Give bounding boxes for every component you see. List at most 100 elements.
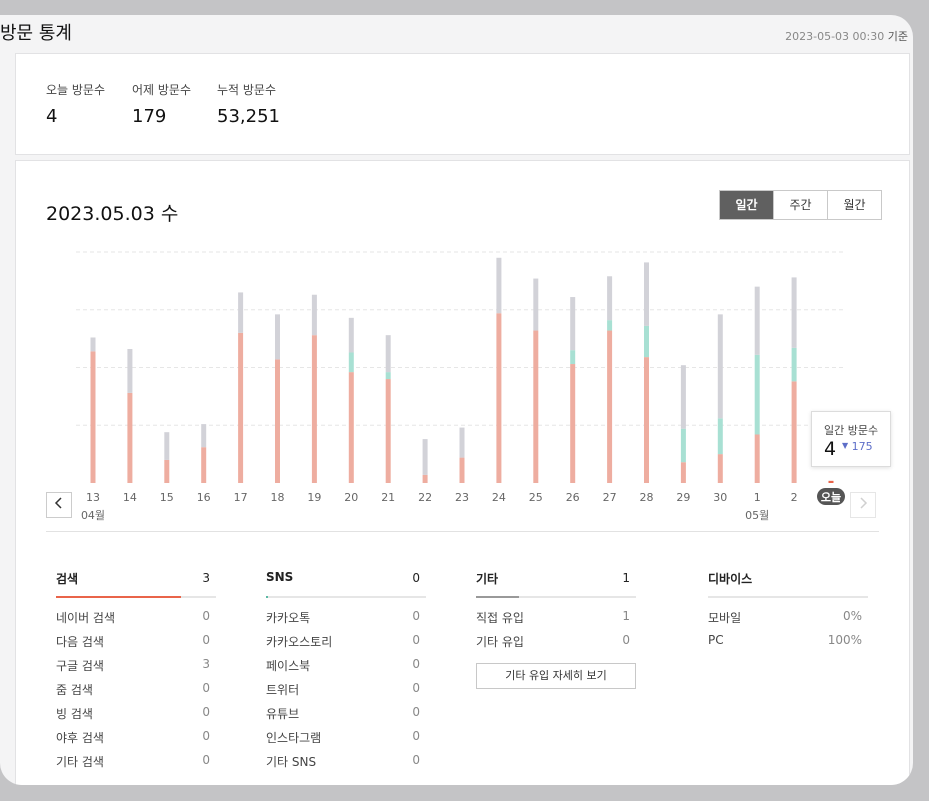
search-row: 줌 검색 0 (56, 681, 216, 705)
etc-row-label: 기타 유입 (476, 635, 524, 649)
search-row-label: 빙 검색 (56, 707, 93, 721)
etc-progress-track (476, 596, 636, 598)
chart-bar-segment (275, 359, 280, 483)
search-stats: 검색 3 네이버 검색 0 다음 검색 0 구글 검색 3 줌 검색 0 빙 검색 0 야… (56, 569, 216, 777)
search-row: 구글 검색 3 (56, 657, 216, 681)
period-weekly-button[interactable]: 주간 (773, 191, 827, 219)
search-row: 네이버 검색 0 (56, 609, 216, 633)
today-visits-value: 4 (46, 106, 58, 127)
sns-stats: SNS 0 카카오톡 0 카카오스토리 0 페이스북 0 트위터 0 유튜브 0 인스타그… (266, 569, 426, 777)
sns-row-label: 기타 SNS (266, 755, 317, 769)
search-row: 기타 검색 0 (56, 753, 216, 777)
x-tick-label: 17 (234, 491, 248, 504)
search-row-label: 줌 검색 (56, 683, 93, 697)
device-stats-title: 디바이스 (708, 572, 753, 586)
sns-row: 카카오스토리 0 (266, 633, 426, 657)
x-tick-label: 16 (197, 491, 211, 504)
sns-row-value: 0 (412, 729, 420, 743)
x-tick-label: 20 (344, 491, 358, 504)
search-row-label: 네이버 검색 (56, 611, 116, 625)
sns-progress-track (266, 596, 426, 598)
chart-bar-segment (754, 434, 760, 483)
sns-row-label: 카카오스토리 (266, 635, 333, 649)
etc-progress-fill (476, 596, 520, 598)
chart-bar-segment (311, 335, 317, 483)
search-row-value: 0 (202, 609, 210, 623)
selected-date: 2023.05.03 수 (46, 203, 179, 225)
chart-bar-segment (127, 392, 133, 483)
chart-bar-segment (644, 357, 649, 483)
x-tick-label: 28 (640, 491, 654, 504)
chart-bar-segment (385, 335, 391, 373)
page-title: 방문 통계 (0, 23, 72, 44)
sns-row-value: 0 (412, 681, 420, 695)
search-row-value: 0 (202, 705, 210, 719)
chart-bar-segment (238, 332, 244, 483)
chart-tooltip: 일간 방문수 4 ▼ 175 (811, 411, 891, 467)
etc-stats-title: 기타 (476, 572, 499, 586)
search-row-label: 야후 검색 (56, 731, 104, 745)
period-monthly-button[interactable]: 월간 (827, 191, 881, 219)
chart-next-button[interactable] (850, 492, 876, 518)
today-marker (828, 481, 834, 483)
timestamp-suffix: 기준 (887, 30, 908, 43)
chart-bar-segment (607, 320, 613, 331)
x-tick-label: 27 (603, 491, 617, 504)
sns-row-label: 카카오톡 (266, 611, 311, 625)
stats-timestamp: 2023-05-03 00:30 기준 (785, 28, 908, 44)
chart-bar-segment (275, 314, 280, 360)
sns-stats-title: SNS (266, 570, 294, 584)
chart-bar-segment (127, 349, 133, 393)
chart-prev-button[interactable] (46, 492, 72, 518)
sns-row: 기타 SNS 0 (266, 753, 426, 777)
chart-bar-segment (754, 354, 760, 435)
chart-bar-segment (570, 364, 576, 483)
search-row: 빙 검색 0 (56, 705, 216, 729)
search-row-label: 구글 검색 (56, 659, 104, 673)
yesterday-visits: 어제 방문수 179 (132, 81, 191, 127)
search-progress-track (56, 596, 216, 598)
chart-bar-segment (201, 424, 207, 448)
search-progress-fill (56, 596, 181, 598)
yesterday-visits-label: 어제 방문수 (132, 83, 192, 97)
search-row-label: 기타 검색 (56, 755, 104, 769)
chart-bar-segment (164, 459, 170, 483)
x-tick-label: 15 (160, 491, 174, 504)
today-label: 오늘 (821, 491, 841, 504)
tooltip-delta-value: 175 (851, 440, 873, 453)
sns-row: 트위터 0 (266, 681, 426, 705)
search-row-value: 0 (202, 633, 210, 647)
x-tick-label: 1 (754, 491, 761, 504)
sns-row-value: 0 (412, 753, 420, 767)
chart-bar-segment (533, 278, 539, 331)
chart-bar-segment (570, 297, 576, 351)
etc-detail-button[interactable]: 기타 유입 자세히 보기 (476, 663, 636, 689)
period-daily-button[interactable]: 일간 (720, 191, 773, 219)
x-tick-label: 19 (307, 491, 321, 504)
search-stats-header[interactable]: 검색 3 (56, 569, 216, 598)
month-label: 05월 (745, 509, 769, 522)
etc-row-value: 0 (622, 633, 630, 647)
total-visits: 누적 방문수 53,251 (217, 81, 280, 127)
x-tick-label: 26 (566, 491, 580, 504)
sns-row-value: 0 (412, 705, 420, 719)
chart-bar-segment (570, 350, 576, 365)
device-header-line (708, 596, 868, 598)
search-row: 다음 검색 0 (56, 633, 216, 657)
timestamp-value: 2023-05-03 00:30 (785, 30, 885, 43)
device-row: 모바일 0% (708, 609, 868, 633)
chart-bar-segment (459, 457, 465, 483)
etc-stats-header[interactable]: 기타 1 (476, 569, 636, 598)
x-tick-label: 14 (123, 491, 137, 504)
sns-row: 페이스북 0 (266, 657, 426, 681)
device-row-value: 0% (842, 609, 862, 623)
chart-bar-segment (607, 330, 613, 483)
sns-stats-count: 0 (412, 571, 420, 585)
search-row-value: 0 (202, 681, 210, 695)
x-tick-label: 21 (381, 491, 395, 504)
sns-row-label: 페이스북 (266, 659, 311, 673)
device-row-label: 모바일 (708, 611, 742, 625)
sns-row-value: 0 (412, 657, 420, 671)
search-stats-count: 3 (202, 571, 210, 585)
sns-stats-header[interactable]: SNS 0 (266, 569, 426, 598)
